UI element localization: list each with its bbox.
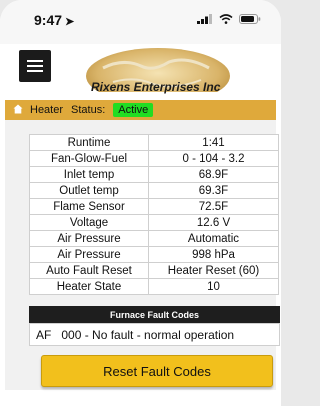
- table-row: Fan-Glow-Fuel 0 - 104 - 3.2: [29, 150, 279, 167]
- fault-code: AF: [36, 327, 52, 342]
- reading-key: Air Pressure: [29, 230, 149, 247]
- table-row: Voltage 12.6 V: [29, 214, 279, 231]
- reading-value: 72.5F: [148, 198, 279, 215]
- home-icon: [13, 104, 23, 117]
- wifi-icon: [219, 14, 233, 24]
- reading-value: 1:41: [148, 134, 279, 151]
- fault-description: 000 - No fault - normal operation: [61, 327, 235, 342]
- heater-label: Heater: [30, 104, 64, 116]
- reading-key: Voltage: [29, 214, 149, 231]
- status-badge: Active: [113, 103, 154, 117]
- table-row: Outlet temp 69.3F: [29, 182, 279, 199]
- battery-icon: [239, 14, 261, 24]
- reading-value: 10: [148, 278, 279, 295]
- location-arrow-icon: ➤: [65, 16, 75, 28]
- table-row: Air Pressure Automatic: [29, 230, 279, 247]
- table-row: Flame Sensor 72.5F: [29, 198, 279, 215]
- menu-button[interactable]: [19, 50, 51, 82]
- table-row: Runtime 1:41: [29, 134, 279, 151]
- hamburger-icon: [27, 60, 43, 72]
- reset-fault-codes-button[interactable]: Reset Fault Codes: [41, 355, 273, 387]
- fault-codes-header: Furnace Fault Codes: [29, 306, 280, 323]
- ios-status-bar: 9:47 ➤: [0, 0, 281, 44]
- clock: 9:47 ➤: [34, 12, 74, 28]
- reading-value: 12.6 V: [148, 214, 279, 231]
- reading-value: 69.3F: [148, 182, 279, 199]
- app-screen: 9:47 ➤ Rixens Enterprises Inc Heater Sta…: [0, 0, 281, 406]
- clock-time: 9:47: [34, 12, 63, 28]
- reading-key: Inlet temp: [29, 166, 149, 183]
- fault-code-row: AF 000 - No fault - normal operation: [29, 323, 280, 346]
- status-label: Status:: [71, 104, 106, 116]
- reading-key: Auto Fault Reset: [29, 262, 149, 279]
- reading-key: Flame Sensor: [29, 198, 149, 215]
- table-row: Auto Fault Reset Heater Reset (60): [29, 262, 279, 279]
- system-icons: [197, 14, 261, 24]
- reading-value: 68.9F: [148, 166, 279, 183]
- reading-key: Outlet temp: [29, 182, 149, 199]
- reading-key: Air Pressure: [29, 246, 149, 263]
- reading-key: Fan-Glow-Fuel: [29, 150, 149, 167]
- reading-key: Heater State: [29, 278, 149, 295]
- readings-table: Runtime 1:41 Fan-Glow-Fuel 0 - 104 - 3.2 I…: [29, 134, 279, 295]
- reading-key: Runtime: [29, 134, 149, 151]
- app-header: Rixens Enterprises Inc: [5, 44, 276, 96]
- table-row: Heater State 10: [29, 278, 279, 295]
- signal-icon: [197, 14, 212, 24]
- company-name: Rixens Enterprises Inc: [91, 80, 221, 94]
- reading-value: 0 - 104 - 3.2: [148, 150, 279, 167]
- heater-status-bar: Heater Status: Active: [5, 100, 276, 120]
- reading-value: Automatic: [148, 230, 279, 247]
- reading-value: 998 hPa: [148, 246, 279, 263]
- reading-value: Heater Reset (60): [148, 262, 279, 279]
- table-row: Air Pressure 998 hPa: [29, 246, 279, 263]
- table-row: Inlet temp 68.9F: [29, 166, 279, 183]
